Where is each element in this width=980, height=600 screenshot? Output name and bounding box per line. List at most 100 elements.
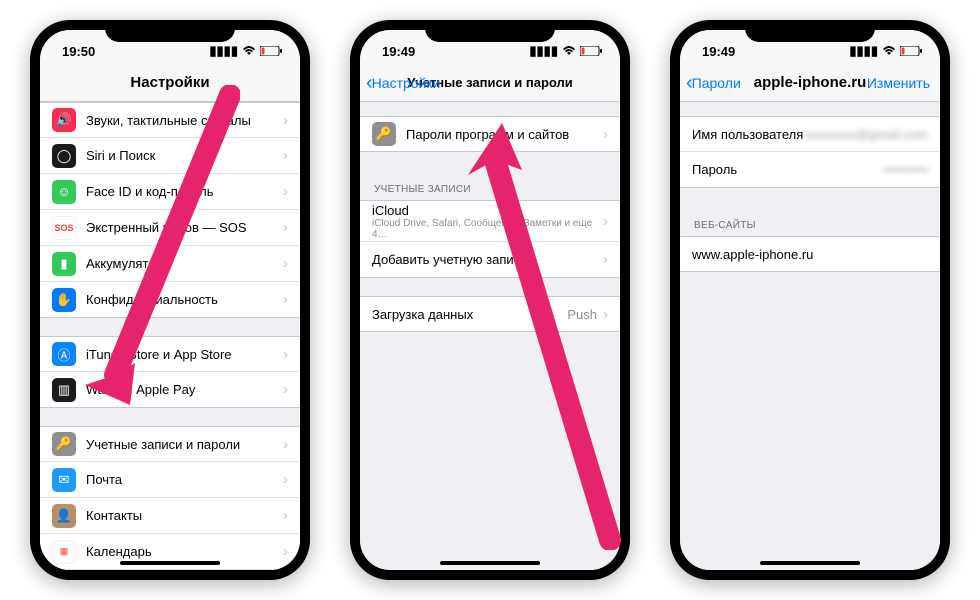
sos-icon: SOS (52, 216, 76, 240)
row-privacy[interactable]: ✋Конфиденциальность› (40, 282, 300, 318)
row-label: Аккумулятор (86, 256, 283, 271)
group-header-accounts: УЧЕТНЫЕ ЗАПИСИ (360, 170, 620, 200)
back-button[interactable]: ‹Настройки (366, 73, 440, 93)
key-icon: 🔑 (52, 432, 76, 456)
phone-frame-2: 19:49 ▮▮▮▮ ‹Настройки Учетные записи и п… (350, 20, 630, 580)
row-mail[interactable]: ✉ Почта› (40, 462, 300, 498)
nav-bar: ‹Пароли apple-iphone.ru Изменить (680, 64, 940, 102)
chevron-right-icon: › (283, 147, 288, 164)
faceid-icon: ☺ (52, 180, 76, 204)
group-header-websites: ВЕБ-САЙТЫ (680, 206, 940, 236)
chevron-right-icon: › (283, 255, 288, 272)
content-1[interactable]: 🔊Звуки, тактильные сигналы› ◯Siri и Поис… (40, 102, 300, 570)
status-time: 19:49 (382, 44, 415, 59)
row-label: Face ID и код-пароль (86, 184, 283, 199)
siri-icon: ◯ (52, 144, 76, 168)
battery-icon (260, 44, 282, 59)
back-button[interactable]: ‹Пароли (686, 73, 741, 93)
chevron-right-icon: › (283, 183, 288, 200)
calendar-icon: ▦ (52, 540, 76, 564)
battery-icon (580, 44, 602, 59)
row-contacts[interactable]: 👤 Контакты› (40, 498, 300, 534)
edit-button[interactable]: Изменить (867, 75, 930, 91)
row-label: Siri и Поиск (86, 148, 283, 163)
nav-bar: ‹Настройки Учетные записи и пароли (360, 64, 620, 102)
wifi-icon (882, 44, 896, 59)
wifi-icon (242, 44, 256, 59)
chevron-right-icon: › (283, 436, 288, 453)
content-2[interactable]: 🔑Пароли программ и сайтов› УЧЕТНЫЕ ЗАПИС… (360, 102, 620, 570)
appstore-icon: Ⓐ (52, 342, 76, 366)
row-siri[interactable]: ◯ Siri и Поиск› (40, 138, 300, 174)
chevron-right-icon: › (283, 471, 288, 488)
screen-1: 19:50 ▮▮▮▮ Настройки 🔊Звуки, тактильные … (40, 30, 300, 570)
back-label: Пароли (692, 75, 741, 91)
chevron-right-icon: › (603, 251, 608, 268)
sounds-icon: 🔊 (52, 108, 76, 132)
mail-icon: ✉ (52, 468, 76, 492)
content-3[interactable]: Имя пользователяxxxxxxxx@gmail.com Парол… (680, 102, 940, 570)
field-key: Имя пользователя (692, 127, 803, 142)
chevron-right-icon: › (603, 306, 608, 323)
row-add-account[interactable]: Добавить учетную запись› (360, 242, 620, 278)
notch (105, 20, 235, 42)
row-label: Контакты (86, 508, 283, 523)
key-icon: 🔑 (372, 122, 396, 146)
row-app-site-passwords[interactable]: 🔑Пароли программ и сайтов› (360, 116, 620, 152)
chevron-right-icon: › (283, 112, 288, 129)
nav-bar: Настройки (40, 64, 300, 102)
row-label: Звуки, тактильные сигналы (86, 113, 283, 128)
signal-icon: ▮▮▮▮ (849, 43, 878, 59)
row-fetch-data[interactable]: Загрузка данныхPush › (360, 296, 620, 332)
chevron-right-icon: › (283, 291, 288, 308)
battery-icon (900, 44, 922, 59)
chevron-right-icon: › (283, 346, 288, 363)
row-label: iCloud (372, 203, 603, 218)
row-label: Wallet и Apple Pay (86, 382, 283, 397)
row-label: Календарь (86, 544, 283, 559)
battery-settings-icon: ▮ (52, 252, 76, 276)
row-username[interactable]: Имя пользователяxxxxxxxx@gmail.com (680, 116, 940, 152)
row-label: Почта (86, 472, 283, 487)
home-indicator[interactable] (760, 561, 860, 565)
contacts-icon: 👤 (52, 504, 76, 528)
status-time: 19:49 (702, 44, 735, 59)
wallet-icon: ▥ (52, 378, 76, 402)
row-icloud[interactable]: iCloudiCloud Drive, Safari, Сообщения, З… (360, 200, 620, 242)
row-website[interactable]: www.apple-iphone.ru (680, 236, 940, 272)
chevron-right-icon: › (603, 126, 608, 143)
screen-3: 19:49 ▮▮▮▮ ‹Пароли apple-iphone.ru Измен… (680, 30, 940, 570)
row-label: Добавить учетную запись (372, 252, 603, 267)
home-indicator[interactable] (440, 561, 540, 565)
home-indicator[interactable] (120, 561, 220, 565)
status-time: 19:50 (62, 44, 95, 59)
notch (745, 20, 875, 42)
row-accounts-passwords[interactable]: 🔑 Учетные записи и пароли› (40, 426, 300, 462)
notch (425, 20, 555, 42)
row-detail: Push (567, 307, 597, 322)
privacy-icon: ✋ (52, 288, 76, 312)
chevron-right-icon: › (283, 543, 288, 560)
row-appstore[interactable]: ⒶiTunes Store и App Store› (40, 336, 300, 372)
phone-frame-1: 19:50 ▮▮▮▮ Настройки 🔊Звуки, тактильные … (30, 20, 310, 580)
phone-frame-3: 19:49 ▮▮▮▮ ‹Пароли apple-iphone.ru Измен… (670, 20, 950, 580)
back-label: Настройки (372, 75, 441, 91)
row-sounds[interactable]: 🔊 Звуки, тактильные сигналы› (40, 102, 300, 138)
chevron-right-icon: › (283, 507, 288, 524)
nav-title: apple-iphone.ru (754, 74, 867, 91)
row-label: iTunes Store и App Store (86, 347, 283, 362)
field-value: xxxxxxxx@gmail.com (804, 127, 928, 142)
signal-icon: ▮▮▮▮ (529, 43, 558, 59)
row-label: Загрузка данных (372, 307, 567, 322)
screen-2: 19:49 ▮▮▮▮ ‹Настройки Учетные записи и п… (360, 30, 620, 570)
row-battery[interactable]: ▮ Аккумулятор› (40, 246, 300, 282)
row-password[interactable]: Пароль •••••••••• (680, 152, 940, 188)
row-label: Учетные записи и пароли (86, 437, 283, 452)
field-value: •••••••••• (882, 162, 928, 177)
wifi-icon (562, 44, 576, 59)
row-sos[interactable]: SOSЭкстренный вызов — SOS› (40, 210, 300, 246)
field-key: Пароль (692, 162, 737, 177)
row-faceid[interactable]: ☺ Face ID и код-пароль› (40, 174, 300, 210)
row-wallet[interactable]: ▥ Wallet и Apple Pay› (40, 372, 300, 408)
chevron-right-icon: › (283, 381, 288, 398)
